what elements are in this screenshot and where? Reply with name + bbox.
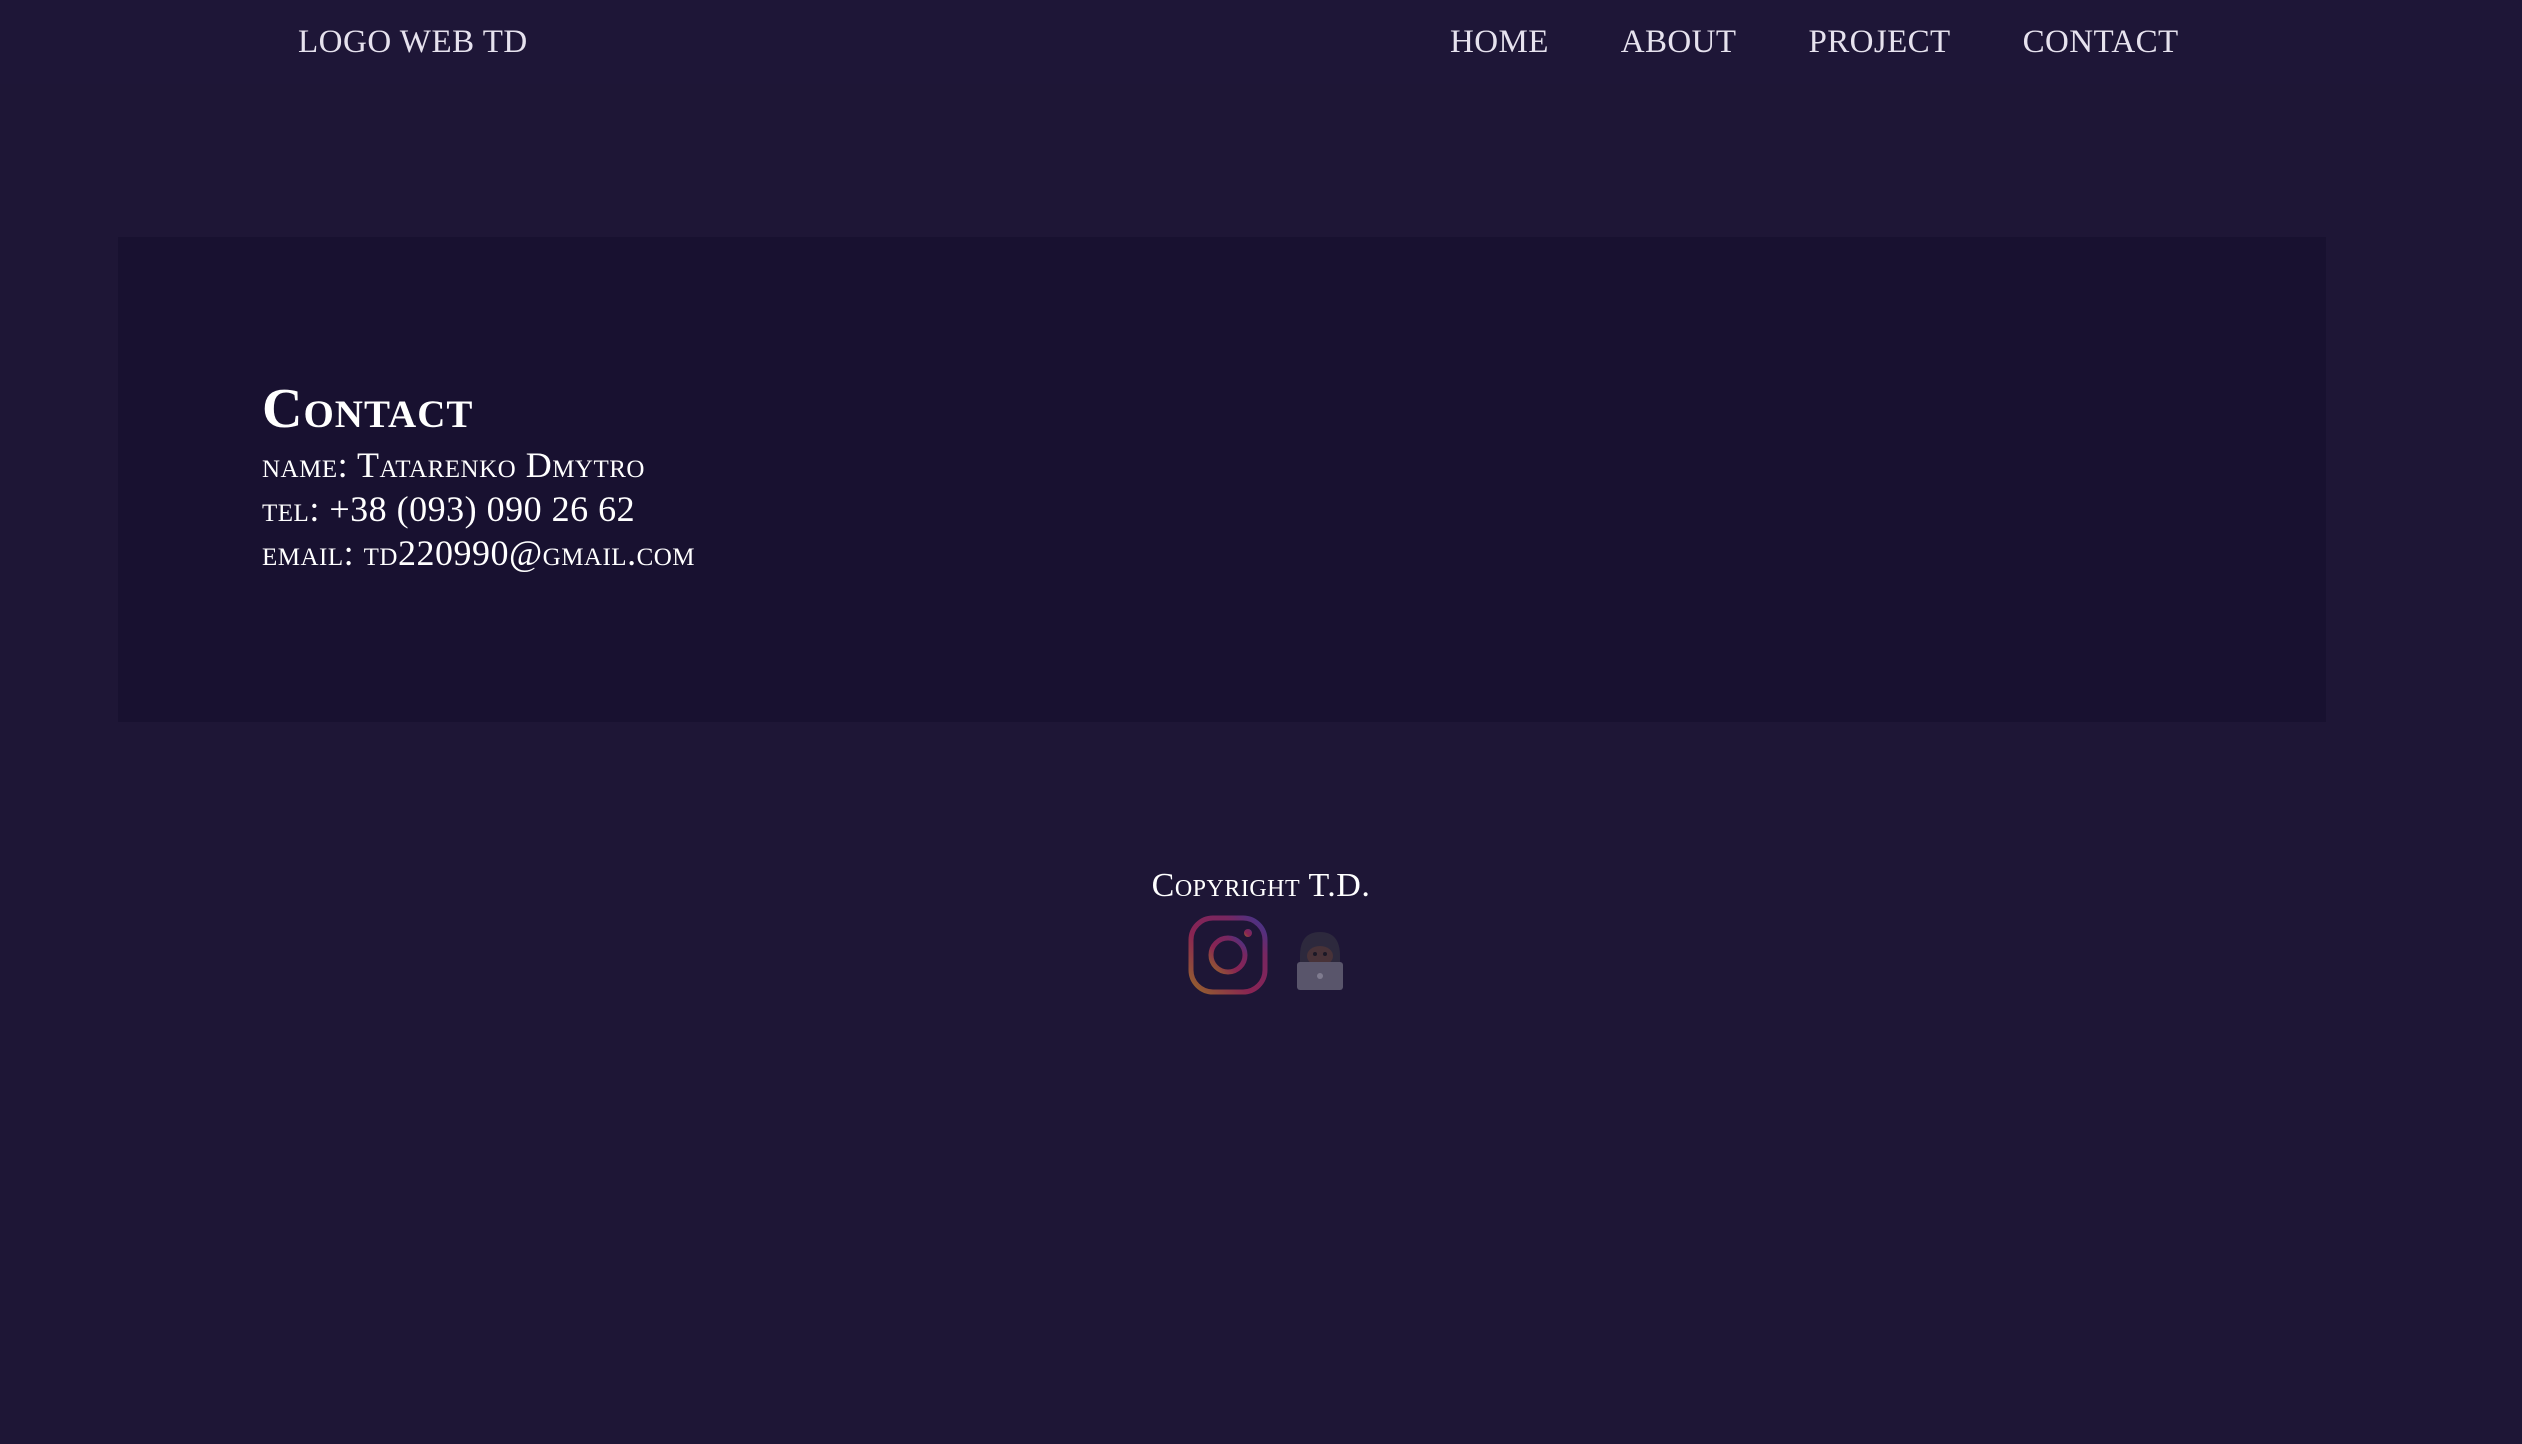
copyright-text: Copyright T.D. (1151, 867, 1371, 904)
contact-name-line: name: Tatarenko Dmytro (262, 443, 645, 487)
top-navigation-bar: LOGO WEB TD HOME ABOUT PROJECT CONTACT (0, 0, 2522, 84)
hacker-laptop-icon (1297, 932, 1343, 990)
email-label: email: (262, 533, 355, 573)
logo-link[interactable]: LOGO WEB TD (298, 18, 528, 66)
nav-contact-link[interactable]: CONTACT (2023, 18, 2179, 66)
hacker-link[interactable] (1291, 926, 1349, 992)
nav-home-link[interactable]: HOME (1450, 18, 1549, 66)
contact-tel-line: tel: +38 (093) 090 26 62 (262, 487, 635, 531)
tel-value: +38 (093) 090 26 62 (329, 489, 636, 529)
contact-heading: Contact (262, 378, 474, 440)
contact-email-line: email: td220990@gmail.com (262, 531, 695, 575)
nav-about-link[interactable]: ABOUT (1621, 18, 1737, 66)
main-nav: HOME ABOUT PROJECT CONTACT (1450, 18, 2179, 66)
tel-label: tel: (262, 489, 320, 529)
name-value: Tatarenko Dmytro (356, 445, 645, 485)
page-footer: Copyright T.D. (0, 862, 2522, 996)
contact-panel: Contact name: Tatarenko Dmytro tel: +38 … (118, 237, 2326, 722)
instagram-icon (1188, 915, 1268, 995)
instagram-link[interactable] (1187, 914, 1269, 996)
social-icons (0, 914, 2522, 996)
nav-project-link[interactable]: PROJECT (1808, 18, 1950, 66)
email-value: td220990@gmail.com (363, 533, 696, 573)
name-label: name: (262, 445, 349, 485)
